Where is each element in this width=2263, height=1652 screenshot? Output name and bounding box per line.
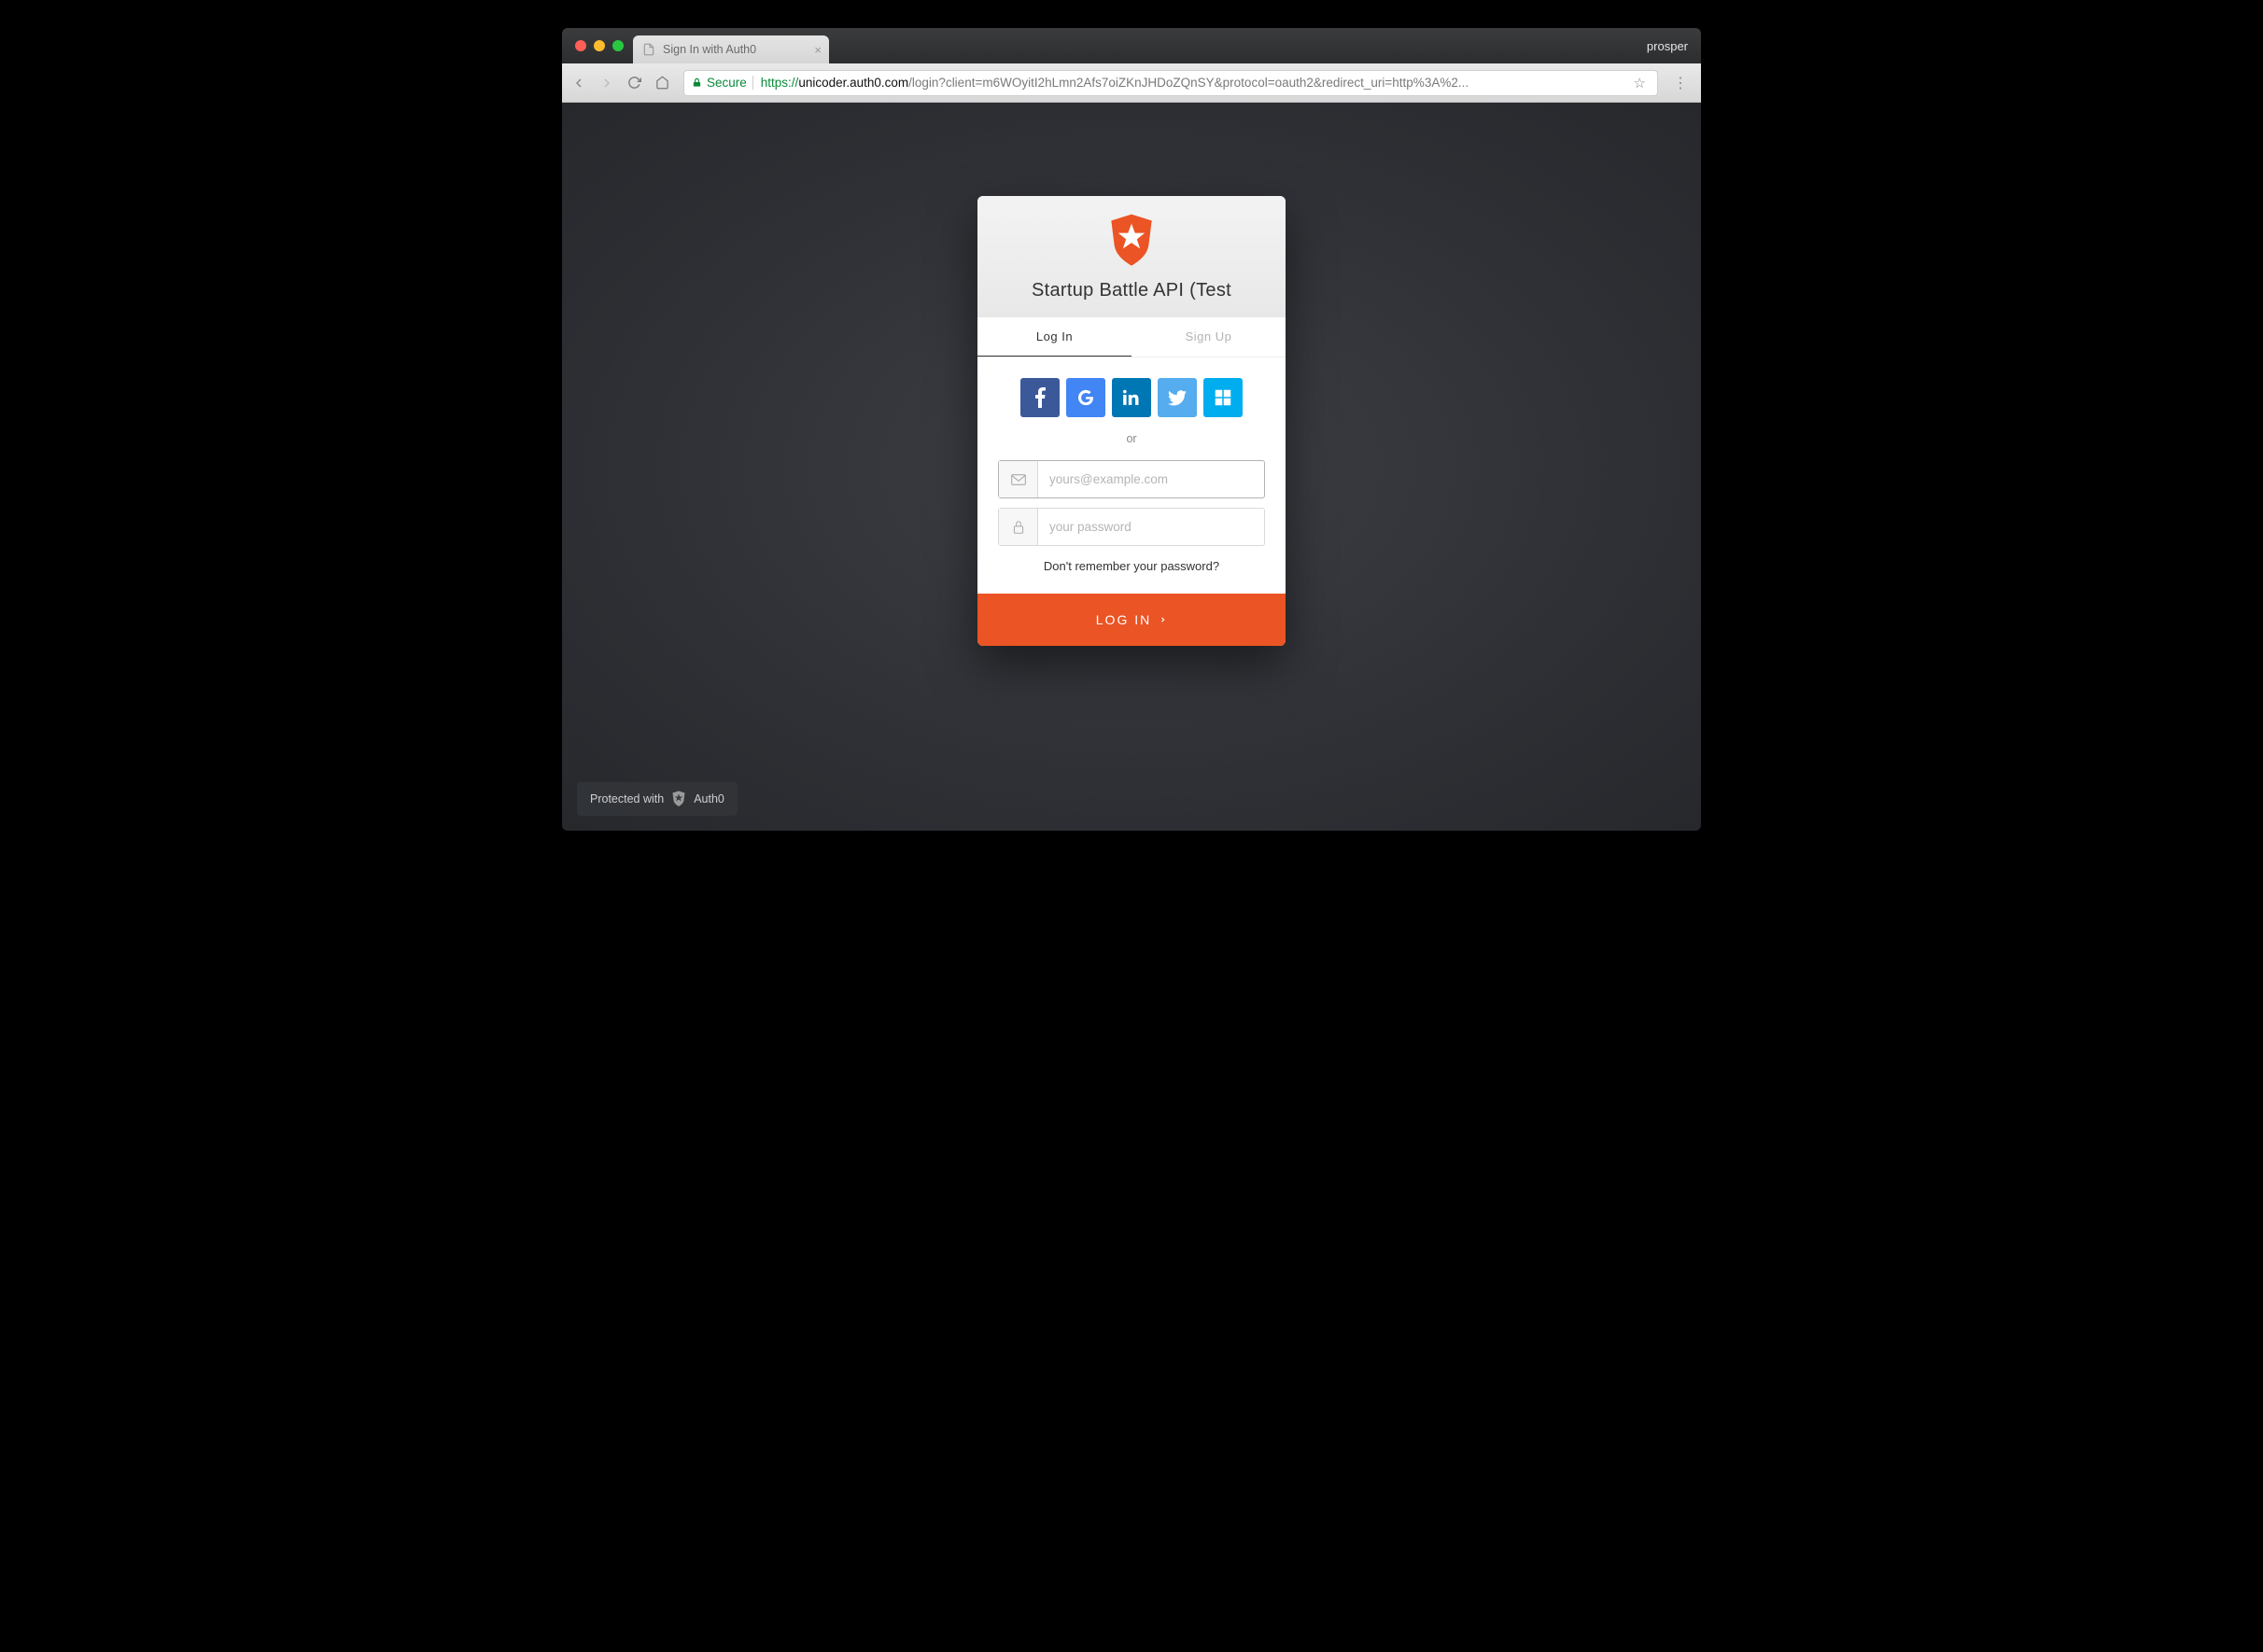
google-login-button[interactable] [1066, 378, 1105, 417]
tab-login[interactable]: Log In [977, 317, 1132, 357]
lock-header: Startup Battle API (Test [977, 196, 1286, 317]
reload-button[interactable] [627, 76, 644, 90]
windows-login-button[interactable] [1203, 378, 1243, 417]
forward-button[interactable] [599, 76, 616, 91]
window-controls [569, 28, 633, 63]
browser-tab-strip: Sign In with Auth0 × prosper [562, 28, 1701, 63]
auth0-badge-icon [671, 791, 686, 807]
email-icon [999, 461, 1038, 497]
password-field[interactable] [998, 508, 1265, 546]
password-input[interactable] [1038, 509, 1264, 545]
browser-menu-button[interactable]: ⋮ [1669, 74, 1692, 92]
lock-title: Startup Battle API (Test [996, 278, 1267, 302]
url-path: /login?client=m6WOyitI2hLmn2Afs7oiZKnJHD… [908, 76, 1469, 90]
back-button[interactable] [571, 76, 588, 91]
badge-prefix: Protected with [590, 792, 664, 805]
separator-label: or [998, 432, 1265, 445]
home-button[interactable] [655, 76, 672, 90]
browser-profile-name[interactable]: prosper [1647, 28, 1688, 63]
google-icon [1076, 388, 1095, 407]
page-icon [642, 43, 655, 56]
window-minimize-button[interactable] [594, 40, 605, 51]
auth0-shield-icon [1106, 213, 1157, 269]
url-host: unicoder.auth0.com [798, 76, 908, 90]
login-submit-button[interactable]: LOG IN [977, 594, 1286, 646]
email-input[interactable] [1038, 461, 1264, 497]
facebook-icon [1034, 387, 1046, 408]
chevron-right-icon [1159, 613, 1167, 626]
email-field[interactable] [998, 460, 1265, 498]
lock-icon [999, 509, 1038, 545]
twitter-login-button[interactable] [1158, 378, 1197, 417]
browser-tab[interactable]: Sign In with Auth0 × [633, 35, 829, 63]
lock-icon [692, 77, 702, 89]
bookmark-star-icon[interactable]: ☆ [1634, 75, 1646, 91]
submit-label: LOG IN [1096, 612, 1151, 627]
secure-indicator: Secure [692, 76, 753, 90]
windows-icon [1215, 389, 1231, 406]
secure-label: Secure [707, 76, 747, 90]
auth0-protected-badge[interactable]: Protected with Auth0 [577, 782, 738, 816]
browser-toolbar: Secure https:// unicoder.auth0.com /logi… [562, 63, 1701, 103]
window-maximize-button[interactable] [612, 40, 624, 51]
linkedin-icon [1123, 389, 1140, 406]
address-bar[interactable]: Secure https:// unicoder.auth0.com /logi… [683, 70, 1658, 96]
twitter-icon [1168, 390, 1187, 406]
url-scheme: https:// [761, 76, 799, 90]
auth0-lock-widget: Startup Battle API (Test Log In Sign Up [977, 196, 1286, 646]
lock-body: or Don't remember your password? [977, 357, 1286, 594]
social-login-row [998, 378, 1265, 417]
lock-tabs: Log In Sign Up [977, 317, 1286, 357]
tab-signup[interactable]: Sign Up [1132, 317, 1286, 357]
facebook-login-button[interactable] [1020, 378, 1060, 417]
window-close-button[interactable] [575, 40, 586, 51]
tab-title: Sign In with Auth0 [663, 43, 756, 56]
badge-brand: Auth0 [694, 792, 724, 805]
linkedin-login-button[interactable] [1112, 378, 1151, 417]
page-viewport: Startup Battle API (Test Log In Sign Up [562, 103, 1701, 831]
browser-window: Sign In with Auth0 × prosper Secure http… [562, 28, 1701, 831]
forgot-password-link[interactable]: Don't remember your password? [998, 559, 1265, 573]
tab-close-button[interactable]: × [814, 43, 822, 57]
